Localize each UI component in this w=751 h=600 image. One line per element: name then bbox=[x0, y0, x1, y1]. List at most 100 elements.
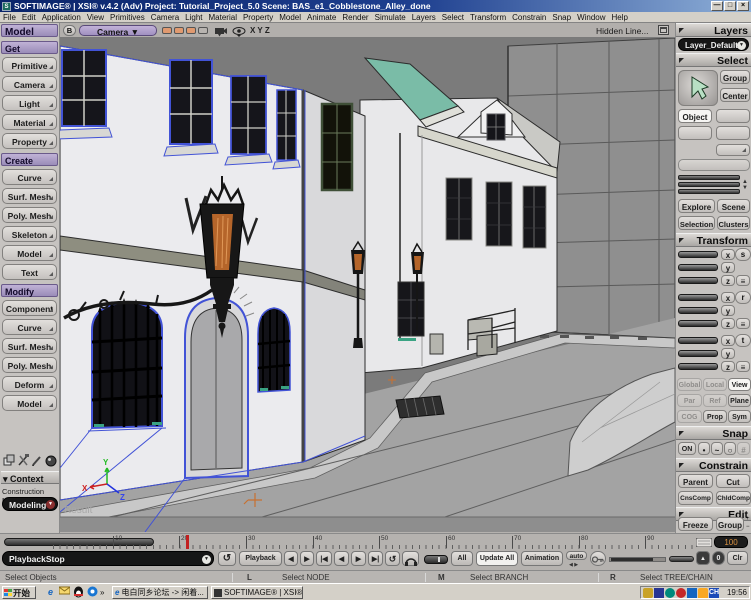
close-button[interactable]: × bbox=[737, 1, 749, 11]
axis-toggles[interactable]: X Y Z bbox=[250, 26, 270, 35]
rotate-tool-button[interactable]: r bbox=[735, 291, 751, 304]
clusters-button[interactable]: Clusters bbox=[717, 216, 750, 230]
tray-red-icon[interactable] bbox=[676, 588, 686, 598]
par-mode-button[interactable]: Par bbox=[677, 394, 702, 407]
eye-icon[interactable] bbox=[232, 25, 246, 39]
scale-x-button[interactable]: x bbox=[721, 249, 735, 260]
scale-menu-icon[interactable]: ≡ bbox=[736, 275, 750, 286]
auto-key-button[interactable]: auto bbox=[566, 551, 587, 560]
playback-menu-button[interactable]: Playback bbox=[239, 551, 282, 566]
loop-playback-button[interactable]: ↺ bbox=[385, 551, 400, 566]
rotate-z-button[interactable]: z bbox=[721, 318, 735, 329]
get-camera-button[interactable]: Camera bbox=[2, 76, 57, 92]
menu-simulate[interactable]: Simulate bbox=[372, 13, 409, 22]
tray-paint-icon[interactable] bbox=[643, 588, 653, 598]
play-forward-button[interactable]: ▶ bbox=[351, 551, 366, 566]
scroll-arrows-icon[interactable]: ▲▼ bbox=[742, 179, 748, 191]
explore-button[interactable]: Explore bbox=[678, 199, 715, 213]
menu-constrain[interactable]: Constrain bbox=[509, 13, 549, 22]
animation-button[interactable]: Animation bbox=[521, 551, 563, 566]
menu-render[interactable]: Render bbox=[339, 13, 371, 22]
camera-view-dropdown[interactable]: Camera ▼ bbox=[79, 25, 157, 36]
frame-slider[interactable] bbox=[424, 555, 448, 564]
transform-header[interactable]: Transform bbox=[676, 233, 751, 247]
auto-arrows-icon[interactable]: ◀ ▶ bbox=[569, 562, 578, 568]
select-filter-button-2[interactable] bbox=[678, 126, 712, 140]
panel-scroll-slider[interactable] bbox=[669, 556, 694, 562]
local-mode-button[interactable]: Local bbox=[703, 378, 727, 391]
clr-button[interactable]: Clr bbox=[727, 551, 748, 565]
get-property-button[interactable]: Property bbox=[2, 133, 57, 149]
ie-quicklaunch-icon[interactable]: e bbox=[44, 586, 57, 599]
go-first-frame-button[interactable]: |◀ bbox=[316, 551, 332, 566]
get-primitive-button[interactable]: Primitive bbox=[2, 57, 57, 73]
constrain-header[interactable]: Constrain bbox=[676, 458, 751, 472]
modify-curve-button[interactable]: Curve bbox=[2, 319, 57, 335]
construction-mode-dropdown[interactable]: Modeling ▼ bbox=[2, 497, 58, 511]
modify-deform-button[interactable]: Deform bbox=[2, 376, 57, 392]
memo-cam-4-button[interactable] bbox=[198, 27, 208, 34]
maximize-button[interactable]: □ bbox=[724, 1, 736, 11]
selection-button[interactable]: Selection bbox=[678, 216, 715, 230]
memo-cam-1-button[interactable] bbox=[162, 27, 172, 34]
panel-up-button[interactable]: ▲ bbox=[696, 551, 710, 565]
menu-file[interactable]: File bbox=[0, 13, 19, 22]
tools-icon[interactable] bbox=[16, 453, 30, 470]
select-group-button[interactable]: Group bbox=[720, 70, 750, 84]
menu-animate[interactable]: Animate bbox=[304, 13, 339, 22]
start-button[interactable]: 开始 bbox=[2, 586, 36, 599]
select-scrollbar-1[interactable] bbox=[678, 175, 740, 180]
layers-header[interactable]: Layers bbox=[676, 23, 751, 37]
freeze-button[interactable]: Freeze bbox=[678, 517, 713, 531]
viewport-3d-view[interactable]: X Y Z Result bbox=[60, 38, 675, 532]
objects-mode-icon[interactable] bbox=[2, 453, 16, 470]
create-curve-button[interactable]: Curve bbox=[2, 169, 57, 185]
chldcomp-button[interactable]: ChldComp bbox=[716, 491, 751, 505]
rotate-x-button[interactable]: x bbox=[721, 292, 735, 303]
translate-z-slider[interactable] bbox=[678, 363, 718, 370]
timeline-ruler[interactable]: 10 20 30 40 50 60 70 80 90 bbox=[53, 535, 693, 549]
sym-button[interactable]: Sym bbox=[728, 410, 751, 423]
mail-quicklaunch-icon[interactable] bbox=[58, 586, 71, 599]
constrain-cut-button[interactable]: Cut bbox=[716, 474, 750, 488]
quicklaunch-more-chevron[interactable]: » bbox=[100, 588, 104, 597]
scale-tool-button[interactable]: s bbox=[735, 248, 751, 261]
menu-application[interactable]: Application bbox=[39, 13, 84, 22]
play-backward-button[interactable]: ◀ bbox=[334, 551, 349, 566]
menu-light[interactable]: Light bbox=[182, 13, 205, 22]
snap-header[interactable]: Snap bbox=[676, 426, 751, 440]
menu-snap[interactable]: Snap bbox=[549, 13, 574, 22]
rotate-y-button[interactable]: y bbox=[721, 305, 735, 316]
menu-camera[interactable]: Camera bbox=[148, 13, 182, 22]
key-button[interactable] bbox=[590, 551, 606, 566]
scene-button[interactable]: Scene bbox=[717, 199, 750, 213]
menu-model[interactable]: Model bbox=[276, 13, 304, 22]
modify-surfmesh-button[interactable]: Surf. Mesh bbox=[2, 338, 57, 354]
keyboard-icon[interactable] bbox=[696, 538, 712, 549]
toolbar-title[interactable]: Model bbox=[1, 24, 58, 37]
create-polymesh-button[interactable]: Poly. Mesh bbox=[2, 207, 57, 223]
ref-mode-button[interactable]: Ref bbox=[703, 394, 727, 407]
select-center-button[interactable]: Center bbox=[720, 88, 750, 102]
translate-y-button[interactable]: y bbox=[721, 348, 735, 359]
taskbar-item-forum[interactable]: e 电白同乡论坛 -> 闲着... bbox=[112, 586, 208, 599]
get-light-button[interactable]: Light bbox=[2, 95, 57, 111]
all-button[interactable]: All bbox=[451, 551, 473, 566]
menu-window[interactable]: Window bbox=[574, 13, 608, 22]
pencil-icon[interactable] bbox=[30, 453, 44, 470]
playback-preset-dropdown[interactable]: PlaybackStop ▼ bbox=[2, 551, 214, 566]
selection-text-field[interactable] bbox=[678, 159, 750, 171]
minimize-button[interactable]: — bbox=[711, 1, 723, 11]
create-text-button[interactable]: Text bbox=[2, 264, 57, 280]
memo-cam-2-button[interactable] bbox=[174, 27, 184, 34]
menu-layers[interactable]: Layers bbox=[409, 13, 439, 22]
scale-z-slider[interactable] bbox=[678, 277, 718, 284]
plane-mode-button[interactable]: Plane bbox=[728, 394, 751, 407]
get-material-button[interactable]: Material bbox=[2, 114, 57, 130]
scale-x-slider[interactable] bbox=[678, 251, 718, 258]
select-scrollbar-2[interactable] bbox=[678, 182, 740, 187]
qq-quicklaunch-icon[interactable] bbox=[72, 586, 85, 599]
menu-transform[interactable]: Transform bbox=[467, 13, 509, 22]
end-frame-field[interactable]: 100 bbox=[714, 536, 748, 548]
menu-view[interactable]: View bbox=[84, 13, 107, 22]
